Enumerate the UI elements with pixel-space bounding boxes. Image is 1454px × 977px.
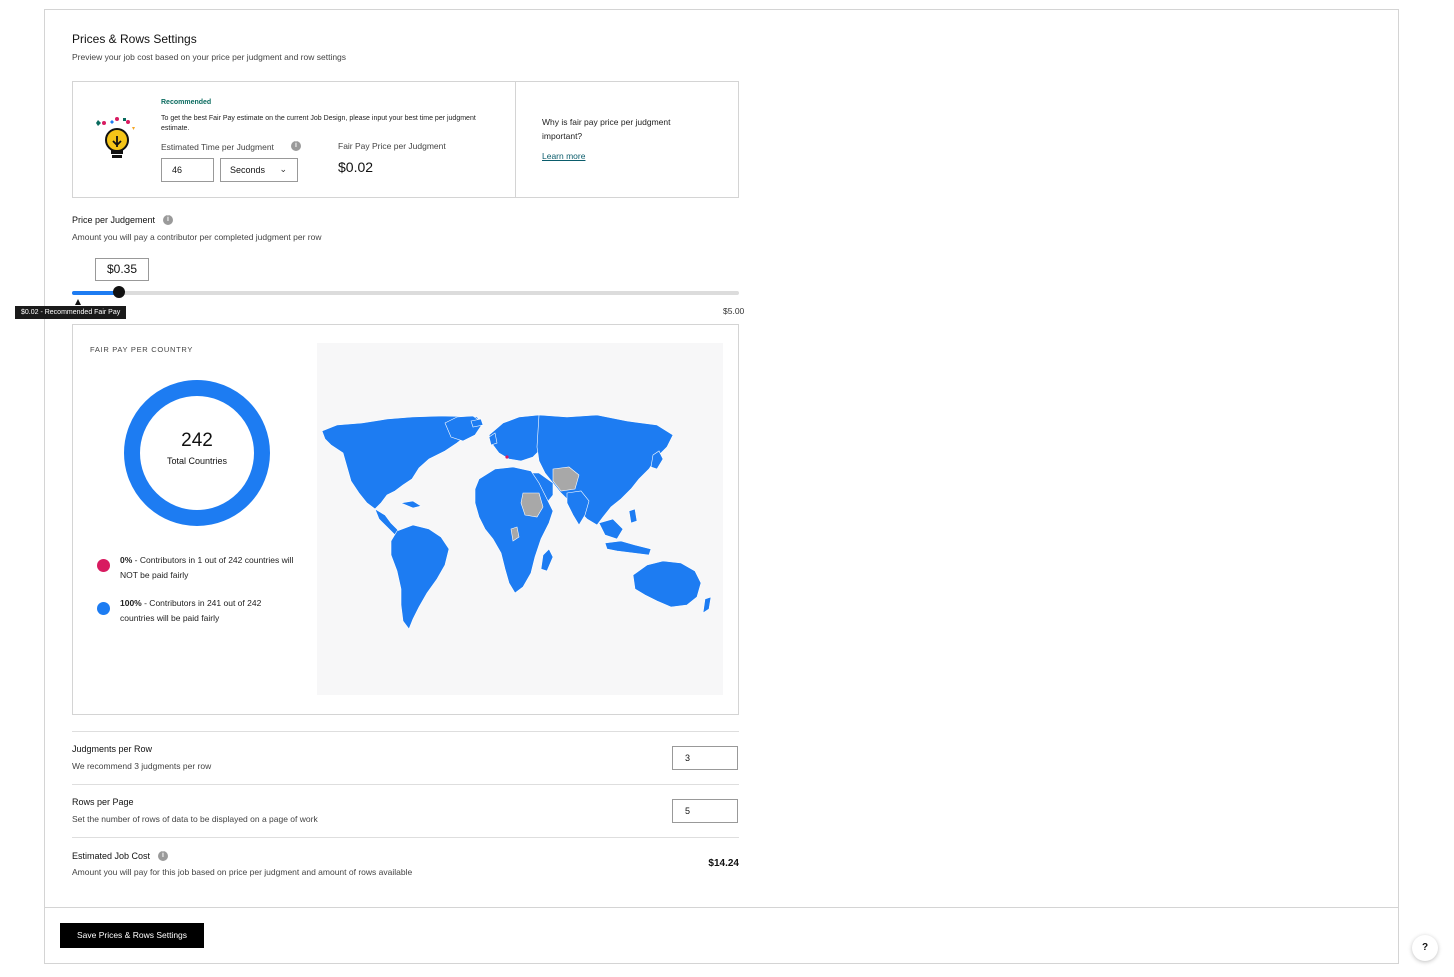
recommended-fair-pay-tooltip: $0.02 - Recommended Fair Pay [15, 306, 127, 319]
learn-more-link[interactable]: Learn more [542, 151, 585, 161]
time-unit-value: Seconds [230, 165, 266, 175]
divider [72, 731, 739, 732]
info-icon[interactable]: i [158, 851, 168, 861]
estimated-job-cost-title: Estimated Job Cost [72, 851, 151, 861]
save-settings-button[interactable]: Save Prices & Rows Settings [60, 923, 204, 948]
indonesia-shape [604, 540, 652, 556]
estimated-time-label: Estimated Time per Judgment [161, 142, 274, 152]
legend-fair-text: 100% - Contributors in 241 out of 242 co… [120, 598, 262, 623]
southeast-asia-shape [598, 518, 624, 540]
divider [72, 837, 739, 838]
info-icon[interactable]: i [291, 141, 301, 151]
australia-shape [632, 560, 702, 608]
legend-fair-dot [97, 602, 110, 615]
judgments-per-row-input[interactable] [672, 746, 738, 770]
divider [72, 784, 739, 785]
legend-unfair-dot [97, 559, 110, 572]
footer-divider [45, 907, 1398, 908]
estimated-job-cost-value: $14.24 [708, 858, 739, 869]
rows-per-page-input[interactable] [672, 799, 738, 823]
divider [515, 82, 516, 197]
why-fair-pay-text: Why is fair pay price per judgment impor… [542, 117, 671, 141]
caribbean-shape [399, 500, 422, 509]
fair-pay-price-value: $0.02 [338, 159, 374, 175]
chevron-down-icon: ⌄ [279, 164, 287, 174]
rows-per-page-title: Rows per Page [72, 797, 134, 807]
world-map [317, 343, 723, 695]
price-slider-track[interactable] [72, 291, 739, 295]
page-title: Prices & Rows Settings [72, 32, 197, 46]
judgments-per-row-subtitle: We recommend 3 judgments per row [72, 761, 212, 771]
new-zealand-shape [702, 596, 712, 614]
countries-donut-chart [124, 380, 270, 526]
price-slider-fill [72, 291, 119, 295]
total-countries-count: 242 [181, 430, 213, 451]
philippines-shape [628, 508, 638, 524]
estimated-time-input[interactable] [161, 158, 214, 182]
price-value-display: $0.35 [95, 258, 149, 281]
madagascar-shape [540, 548, 554, 572]
world-map-svg [321, 414, 712, 630]
price-per-judgement-subtitle: Amount you will pay a contributor per co… [72, 232, 322, 242]
time-unit-select[interactable]: Seconds ⌄ [220, 158, 298, 182]
help-button[interactable]: ? [1412, 935, 1438, 961]
judgments-per-row-title: Judgments per Row [72, 744, 153, 754]
south-america-shape [390, 524, 450, 630]
fair-pay-recommendation-box: Recommended To get the best Fair Pay est… [72, 81, 739, 198]
legend-unfair-text: 0% - Contributors in 1 out of 242 countr… [120, 555, 294, 580]
price-slider-handle[interactable] [112, 286, 125, 298]
fair-pay-country-title: FAIR PAY PER COUNTRY [90, 345, 194, 354]
fair-pay-price-label: Fair Pay Price per Judgment [338, 141, 446, 151]
recommended-marker [75, 299, 81, 305]
unfair-country-marker [505, 455, 509, 459]
recommended-tag: Recommended [161, 99, 212, 106]
estimated-job-cost-subtitle: Amount you will pay for this job based o… [72, 867, 413, 877]
page-subtitle: Preview your job cost based on your pric… [72, 52, 347, 62]
recommendation-text: To get the best Fair Pay estimate on the… [161, 115, 476, 132]
rows-per-page-subtitle: Set the number of rows of data to be dis… [72, 814, 318, 824]
total-countries-label: Total Countries [166, 456, 228, 466]
lightbulb-icon [96, 117, 135, 158]
info-icon[interactable]: i [163, 215, 173, 225]
prices-rows-panel: Prices & Rows Settings Preview your job … [15, 9, 1399, 964]
slider-max-label: $5.00 [723, 306, 745, 316]
price-per-judgement-title: Price per Judgement [72, 215, 156, 225]
fair-pay-per-country-card: FAIR PAY PER COUNTRY 242 Total Countries… [72, 324, 739, 715]
